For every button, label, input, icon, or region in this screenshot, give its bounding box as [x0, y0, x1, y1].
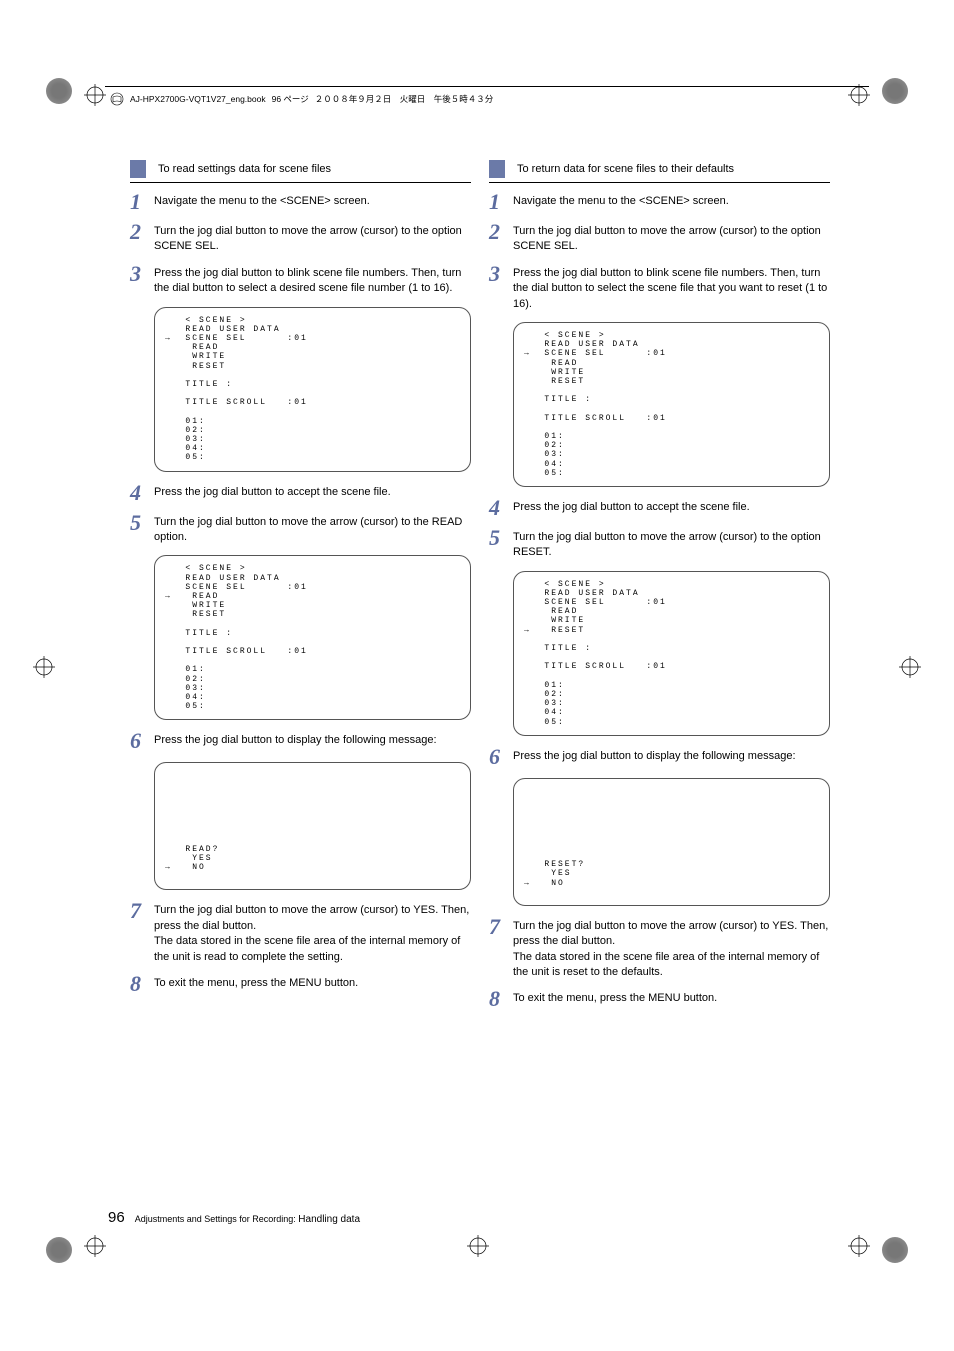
- heading-marker-icon: [130, 160, 146, 178]
- right-code-3: RESET? YES → NO: [513, 778, 830, 906]
- step-number: 6: [130, 730, 154, 752]
- left-step-1: Navigate the menu to the <SCENE> screen.: [154, 193, 471, 209]
- left-code-3: READ? YES → NO: [154, 762, 471, 890]
- step-number: 8: [489, 988, 513, 1010]
- right-step-5: Turn the jog dial button to move the arr…: [513, 529, 830, 561]
- right-heading: To return data for scene files to their …: [517, 163, 734, 175]
- step-number: 4: [489, 497, 513, 519]
- right-column: To return data for scene files to their …: [489, 160, 830, 1020]
- step-number: 4: [130, 482, 154, 504]
- header-page: 96 ページ: [272, 93, 309, 105]
- step-number: 7: [489, 916, 513, 938]
- right-code-2: < SCENE > READ USER DATA SCENE SEL :01 R…: [513, 571, 830, 736]
- left-step-3: Press the jog dial button to blink scene…: [154, 265, 471, 297]
- left-column: To read settings data for scene files 1N…: [130, 160, 471, 1020]
- left-code-2: < SCENE > READ USER DATA SCENE SEL :01 →…: [154, 555, 471, 720]
- step-number: 2: [130, 221, 154, 243]
- left-heading-row: To read settings data for scene files: [130, 160, 471, 183]
- crosshair-icon: [84, 84, 106, 106]
- right-step-8: To exit the menu, press the MENU button.: [513, 990, 830, 1006]
- left-step-6: Press the jog dial button to display the…: [154, 732, 471, 748]
- step-number: 2: [489, 221, 513, 243]
- footer-subsection: Handling data: [298, 1214, 360, 1225]
- header-date: ２００８年９月２日 火曜日 午後５時４３分: [315, 93, 494, 105]
- header-filename: AJ-HPX2700G-VQT1V27_eng.book: [130, 94, 266, 104]
- footer-section: Adjustments and Settings for Recording:: [135, 1214, 296, 1224]
- step-number: 5: [130, 512, 154, 534]
- step-number: 7: [130, 900, 154, 922]
- left-code-1: < SCENE > READ USER DATA → SCENE SEL :01…: [154, 307, 471, 472]
- step-number: 8: [130, 973, 154, 995]
- step-number: 1: [130, 191, 154, 213]
- step-number: 5: [489, 527, 513, 549]
- right-step-4: Press the jog dial button to accept the …: [513, 499, 830, 515]
- page-footer: 96 Adjustments and Settings for Recordin…: [108, 1209, 360, 1226]
- crosshair-icon: [84, 1235, 106, 1257]
- right-step-6: Press the jog dial button to display the…: [513, 748, 830, 764]
- left-step-7: Turn the jog dial button to move the arr…: [154, 902, 471, 965]
- crosshair-icon: [899, 656, 921, 678]
- right-heading-row: To return data for scene files to their …: [489, 160, 830, 183]
- right-step-3: Press the jog dial button to blink scene…: [513, 265, 830, 312]
- left-step-8: To exit the menu, press the MENU button.: [154, 975, 471, 991]
- step-number: 3: [489, 263, 513, 285]
- left-step-5: Turn the jog dial button to move the arr…: [154, 514, 471, 546]
- left-heading: To read settings data for scene files: [158, 163, 331, 175]
- heading-marker-icon: [489, 160, 505, 178]
- crosshair-icon: [848, 84, 870, 106]
- page-number: 96: [108, 1209, 125, 1226]
- step-number: 1: [489, 191, 513, 213]
- step-number: 3: [130, 263, 154, 285]
- right-step-2: Turn the jog dial button to move the arr…: [513, 223, 830, 255]
- crosshair-icon: [467, 1235, 489, 1257]
- crosshair-icon: [848, 1235, 870, 1257]
- crosshair-icon: [33, 656, 55, 678]
- left-step-4: Press the jog dial button to accept the …: [154, 484, 471, 500]
- book-icon: [110, 92, 124, 106]
- right-code-1: < SCENE > READ USER DATA → SCENE SEL :01…: [513, 322, 830, 487]
- header-rule: [105, 86, 869, 87]
- step-number: 6: [489, 746, 513, 768]
- print-header: AJ-HPX2700G-VQT1V27_eng.book 96 ページ ２００８…: [110, 92, 493, 106]
- right-step-7: Turn the jog dial button to move the arr…: [513, 918, 830, 981]
- left-step-2: Turn the jog dial button to move the arr…: [154, 223, 471, 255]
- right-step-1: Navigate the menu to the <SCENE> screen.: [513, 193, 830, 209]
